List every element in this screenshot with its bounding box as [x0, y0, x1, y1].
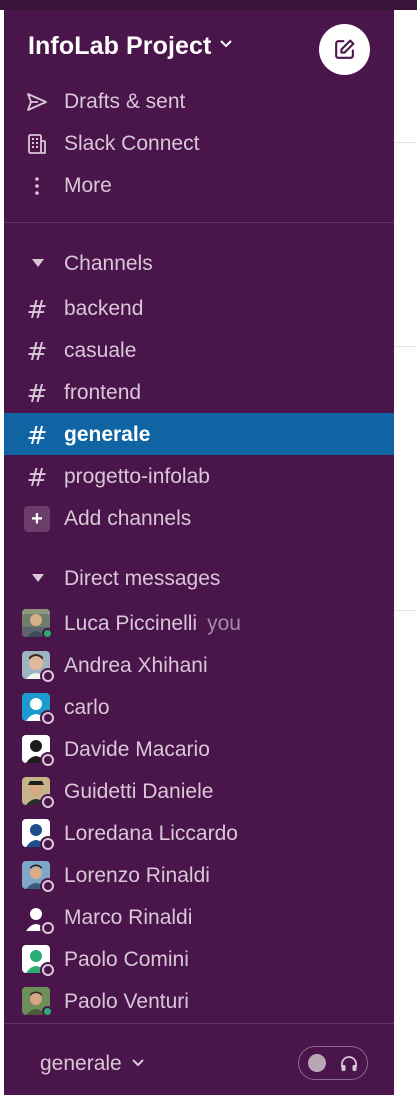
- more-vertical-icon: [24, 173, 50, 199]
- window-top-strip: [0, 0, 417, 10]
- hash-icon: #: [26, 420, 48, 450]
- add-channels-label: Add channels: [64, 507, 192, 530]
- main-pane-divider: [394, 610, 417, 611]
- dm-name: Luca Piccinelli: [64, 612, 198, 635]
- dm-item-loredana-liccardo[interactable]: Loredana Liccardo: [4, 812, 394, 854]
- dm-name: Loredana Liccardo: [64, 822, 238, 845]
- status-away-indicator: [42, 880, 54, 892]
- status-online-indicator: [42, 628, 53, 639]
- channel-item-backend[interactable]: # backend: [4, 287, 394, 329]
- dm-item-davide-macario[interactable]: Davide Macario: [4, 728, 394, 770]
- dm-item-carlo[interactable]: carlo: [4, 686, 394, 728]
- building-icon: [24, 131, 50, 157]
- section-divider: [4, 222, 394, 223]
- dm-item-andrea-xhihani[interactable]: Andrea Xhihani: [4, 644, 394, 686]
- sidebar-footer: generale: [4, 1023, 394, 1095]
- hash-icon: #: [26, 294, 48, 324]
- dm-name: Paolo Venturi: [64, 990, 189, 1013]
- compose-icon: [335, 39, 355, 59]
- dm-header-label: Direct messages: [64, 567, 221, 590]
- chevron-down-icon[interactable]: [132, 1059, 144, 1067]
- channels-section-header[interactable]: Channels: [4, 242, 394, 284]
- dm-item-paolo-comini[interactable]: Paolo Comini: [4, 938, 394, 980]
- dm-item-luca-piccinelli[interactable]: Luca Piccinelli you: [4, 602, 394, 644]
- status-away-indicator: [42, 964, 54, 976]
- dm-name: Guidetti Daniele: [64, 780, 214, 803]
- channel-name: casuale: [64, 339, 137, 362]
- headphones-icon: [341, 1056, 357, 1071]
- status-away-indicator: [42, 754, 54, 766]
- main-pane-edge: [394, 10, 417, 1095]
- status-away-indicator: [42, 838, 54, 850]
- add-channels-button[interactable]: + Add channels: [4, 497, 394, 539]
- status-online-indicator: [42, 1006, 53, 1017]
- self-badge: you: [207, 612, 241, 635]
- nav-drafts-sent[interactable]: Drafts & sent: [4, 80, 394, 122]
- dm-item-paolo-venturi[interactable]: Paolo Venturi: [4, 980, 394, 1022]
- dm-section-header[interactable]: Direct messages: [4, 557, 394, 599]
- hash-icon: #: [26, 462, 48, 492]
- toggle-knob: [308, 1054, 326, 1072]
- plus-icon: +: [24, 506, 50, 532]
- dm-item-marco-rinaldi[interactable]: Marco Rinaldi: [4, 896, 394, 938]
- hash-icon: #: [26, 336, 48, 366]
- nav-label: More: [64, 174, 112, 197]
- dm-item-lorenzo-rinaldi[interactable]: Lorenzo Rinaldi: [4, 854, 394, 896]
- hash-icon: #: [26, 378, 48, 408]
- current-channel-name[interactable]: generale: [40, 1052, 122, 1076]
- dm-item-guidetti-daniele[interactable]: Guidetti Daniele: [4, 770, 394, 812]
- main-pane-divider: [394, 142, 417, 143]
- channel-name: backend: [64, 297, 144, 320]
- nav-label: Drafts & sent: [64, 90, 186, 113]
- channel-name: frontend: [64, 381, 142, 404]
- caret-down-icon[interactable]: [32, 259, 44, 267]
- status-away-indicator: [42, 670, 54, 682]
- dm-name: Paolo Comini: [64, 948, 189, 971]
- send-icon: [24, 89, 50, 115]
- huddle-toggle[interactable]: [298, 1046, 368, 1080]
- dm-name: carlo: [64, 696, 110, 719]
- channel-name: progetto-infolab: [64, 465, 210, 488]
- nav-more[interactable]: More: [4, 164, 394, 206]
- chevron-down-icon[interactable]: [220, 40, 232, 48]
- status-away-indicator: [42, 712, 54, 724]
- compose-button[interactable]: [319, 24, 370, 75]
- dm-name: Lorenzo Rinaldi: [64, 864, 210, 887]
- channel-name: generale: [64, 423, 151, 446]
- channel-item-casuale[interactable]: # casuale: [4, 329, 394, 371]
- dm-name: Davide Macario: [64, 738, 210, 761]
- channel-item-frontend[interactable]: # frontend: [4, 371, 394, 413]
- channels-header-label: Channels: [64, 252, 153, 275]
- main-pane-divider: [394, 346, 417, 347]
- dm-name: Marco Rinaldi: [64, 906, 193, 929]
- channel-item-generale[interactable]: # generale: [4, 413, 394, 455]
- dm-name: Andrea Xhihani: [64, 654, 208, 677]
- nav-label: Slack Connect: [64, 132, 200, 155]
- status-away-indicator: [42, 922, 54, 934]
- channel-item-progetto-infolab[interactable]: # progetto-infolab: [4, 455, 394, 497]
- workspace-header[interactable]: InfoLab Project: [4, 10, 394, 82]
- nav-slack-connect[interactable]: Slack Connect: [4, 122, 394, 164]
- caret-down-icon[interactable]: [32, 574, 44, 582]
- status-away-indicator: [42, 796, 54, 808]
- sidebar: InfoLab Project Drafts & sent Slack Conn…: [4, 10, 394, 1095]
- workspace-name[interactable]: InfoLab Project: [28, 32, 211, 61]
